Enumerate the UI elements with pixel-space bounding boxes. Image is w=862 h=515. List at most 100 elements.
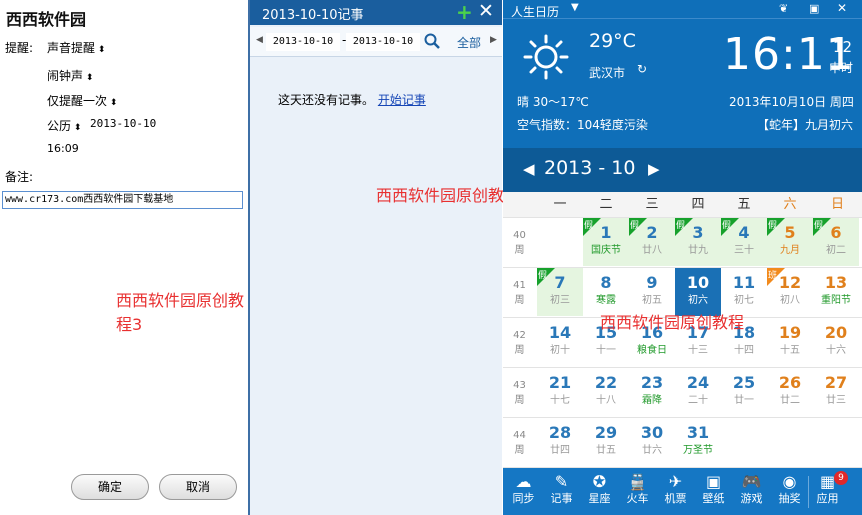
toolbar-item-notepad[interactable]: ✎ 记事 [543, 468, 580, 515]
toolbar-item-label: 火车 [626, 492, 649, 505]
day-cell[interactable]: 26 廿二 [767, 368, 813, 416]
city-name[interactable]: 武汉市 [589, 64, 625, 81]
week-number: 43 周 [503, 378, 536, 408]
day-cell[interactable]: 28 廿四 [537, 418, 583, 466]
pin-icon[interactable]: ▣ [809, 2, 819, 15]
skin-icon[interactable]: ❦ [779, 2, 788, 15]
day-cell[interactable]: 假 2 廿八 [629, 218, 675, 266]
day-number: 13 [824, 273, 848, 292]
day-number: 26 [778, 373, 802, 392]
ok-button[interactable]: 确定 [71, 474, 149, 500]
lunar-label: 万圣节 [683, 445, 713, 456]
add-note-icon[interactable]: + [456, 0, 473, 24]
refresh-icon[interactable]: ↻ [637, 62, 647, 76]
note-panel-header: 2013-10-10记事 + ✕ [250, 0, 502, 25]
time-field[interactable]: 16:09 [47, 142, 79, 155]
from-date-input[interactable]: 2013-10-10 [266, 33, 340, 51]
toolbar-item-wallpaper[interactable]: ▣ 壁纸 [695, 468, 732, 515]
lunar-label: 十五 [780, 345, 800, 356]
day-cell[interactable]: 假 4 三十 [721, 218, 767, 266]
day-number: 30 [640, 423, 664, 442]
toolbar-item-cloud-sync[interactable]: ☁ 同步 [505, 468, 542, 515]
day-cell[interactable]: 假 1 国庆节 [583, 218, 629, 266]
week-number: 44 周 [503, 428, 536, 458]
day-cell[interactable]: 29 廿五 [583, 418, 629, 466]
day-cell[interactable]: 假 6 初二 [813, 218, 859, 266]
close-icon[interactable]: ✕ [478, 0, 494, 22]
lunar-label: 廿六 [642, 445, 662, 456]
lunar-date: 【蛇年】九月初六 [757, 118, 854, 132]
grid-line [503, 417, 862, 418]
weekday-corner [503, 192, 537, 217]
all-filter-link[interactable]: 全部 [457, 34, 481, 51]
to-date-input[interactable]: 2013-10-10 [346, 33, 420, 51]
menu-dropdown-icon[interactable]: ▼ [571, 2, 579, 13]
day-cell[interactable]: 31 万圣节 [675, 418, 721, 466]
day-cell[interactable]: 27 廿三 [813, 368, 859, 416]
grid-line [503, 267, 862, 268]
day-cell[interactable]: 假 3 廿九 [675, 218, 721, 266]
day-cell[interactable]: 22 十八 [583, 368, 629, 416]
day-cell[interactable]: 20 十六 [813, 318, 859, 366]
repeat-select[interactable]: 仅提醒一次 [47, 92, 117, 109]
prev-month-icon[interactable]: ◀ [523, 160, 535, 178]
wallpaper-icon: ▣ [705, 472, 722, 491]
day-cell[interactable]: 23 霜降 [629, 368, 675, 416]
day-number: 29 [594, 423, 618, 442]
sound-select[interactable]: 闹钟声 [47, 67, 93, 84]
note-label: 备注: [5, 170, 34, 184]
week-number-value: 42 [513, 330, 526, 341]
note-input[interactable]: www.cr173.com西西软件园下载基地 [2, 191, 243, 209]
day-cell[interactable]: 19 十五 [767, 318, 813, 366]
toolbar-item-gamepad[interactable]: 🎮 游戏 [733, 468, 770, 515]
lunar-label: 初八 [780, 295, 800, 306]
day-number: 28 [548, 423, 572, 442]
day-cell[interactable]: 班 12 初八 [767, 268, 813, 316]
day-number: 21 [548, 373, 572, 392]
date-field[interactable]: 2013-10-10 [90, 117, 156, 130]
next-arrow-icon[interactable]: ▶ [490, 35, 497, 45]
remind-type-select[interactable]: 声音提醒 [47, 39, 105, 56]
day-cell[interactable]: 21 十七 [537, 368, 583, 416]
day-number: 31 [686, 423, 710, 442]
full-date: 2013年10月10日 周四 [729, 95, 854, 109]
next-month-icon[interactable]: ▶ [648, 160, 660, 178]
prev-arrow-icon[interactable]: ◀ [256, 35, 263, 45]
weekday-label: 二 [583, 192, 629, 217]
day-cell [813, 418, 859, 466]
close-icon[interactable]: ✕ [837, 1, 847, 15]
lunar-label: 霜降 [642, 395, 662, 406]
toolbar-item-airplane[interactable]: ✈ 机票 [657, 468, 694, 515]
watermark-text: 西西软件园原创教程3 [116, 291, 245, 334]
airplane-icon: ✈ [668, 472, 683, 491]
lunar-label: 寒露 [596, 295, 616, 306]
toolbar-item-star-sign[interactable]: ✪ 星座 [581, 468, 618, 515]
toolbar-item-label: 同步 [512, 492, 535, 505]
start-note-link[interactable]: 开始记事 [378, 93, 426, 107]
weather-range: 晴 30～17℃ [517, 95, 589, 109]
train-icon: 🚆 [627, 472, 648, 491]
day-cell[interactable]: 13 重阳节 [813, 268, 859, 316]
month-title[interactable]: 2013 - 10 [544, 157, 635, 179]
day-cell [767, 418, 813, 466]
cancel-button[interactable]: 取消 [159, 474, 237, 500]
day-cell[interactable]: 30 廿六 [629, 418, 675, 466]
bottom-toolbar: ☁ 同步 ✎ 记事 ✪ 星座 🚆 火车 ✈ 机票 ▣ 壁纸 🎮 游戏 ◉ 抽奖 ▦ 应用 9 [503, 468, 862, 515]
day-cell[interactable]: 14 初十 [537, 318, 583, 366]
watermark-text: 西西软件园原创教程 [600, 313, 745, 332]
search-icon[interactable] [424, 33, 440, 49]
lunar-label: 二十 [688, 395, 708, 406]
clock-seconds: 12 [833, 38, 853, 56]
day-cell[interactable]: 25 廿一 [721, 368, 767, 416]
day-cell[interactable]: 假 5 九月 [767, 218, 813, 266]
weekday-label: 四 [675, 192, 721, 217]
lunar-label: 十八 [596, 395, 616, 406]
toolbar-item-apps-grid[interactable]: ▦ 应用 9 [809, 468, 848, 515]
day-cell[interactable]: 假 7 初三 [537, 268, 583, 316]
calendar-type-select[interactable]: 公历 [47, 117, 81, 134]
toolbar-item-train[interactable]: 🚆 火车 [619, 468, 656, 515]
day-cell[interactable]: 24 二十 [675, 368, 721, 416]
holiday-badge: 假 [813, 218, 831, 236]
week-number: 40 周 [503, 228, 536, 258]
toolbar-item-weibo[interactable]: ◉ 抽奖 [771, 468, 808, 515]
